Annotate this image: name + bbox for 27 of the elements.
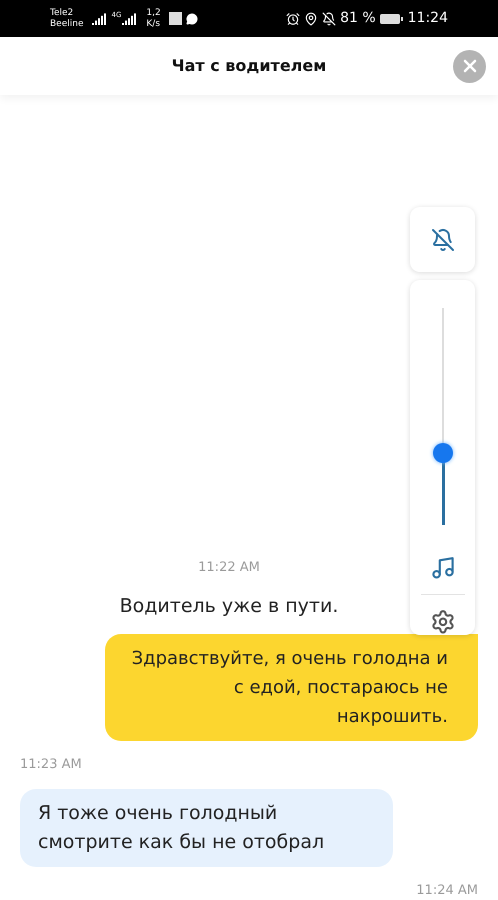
bell-off-icon bbox=[430, 228, 454, 252]
alarm-icon bbox=[286, 12, 300, 26]
battery-percent: 81 % bbox=[340, 9, 376, 28]
volume-thumb[interactable] bbox=[432, 443, 452, 464]
message-time: 11:23 AM bbox=[20, 756, 82, 774]
location-icon bbox=[304, 12, 318, 26]
chat-title: Чат с водителем bbox=[172, 55, 326, 77]
carrier-name: Tele2 bbox=[50, 8, 74, 18]
network-speed: 1,2 bbox=[146, 8, 161, 18]
mute-icon bbox=[322, 12, 336, 26]
volume-slider[interactable] bbox=[432, 308, 452, 525]
signal-icon bbox=[92, 12, 108, 24]
app-icon bbox=[168, 12, 182, 25]
speed-unit: K/s bbox=[146, 18, 161, 30]
mute-toggle-button[interactable] bbox=[410, 207, 475, 272]
clock: 11:24 bbox=[408, 9, 448, 28]
music-icon[interactable] bbox=[430, 554, 456, 580]
message-time: 11:24 AM bbox=[416, 882, 478, 900]
carrier-name: Beeline bbox=[50, 18, 84, 30]
settings-icon[interactable] bbox=[430, 609, 456, 636]
system-message: Водитель уже в пути. bbox=[120, 594, 338, 618]
message-time: 11:22 AM bbox=[198, 559, 260, 577]
incoming-message: Я тоже очень голодный смотрите как бы не отобрал bbox=[20, 788, 393, 866]
battery-icon bbox=[380, 12, 404, 24]
signal-icon bbox=[122, 12, 138, 24]
outgoing-message: Здравствуйте, я очень голодна и с едой, постараюсь не накрошить. bbox=[105, 634, 478, 741]
message-icon bbox=[186, 12, 198, 24]
